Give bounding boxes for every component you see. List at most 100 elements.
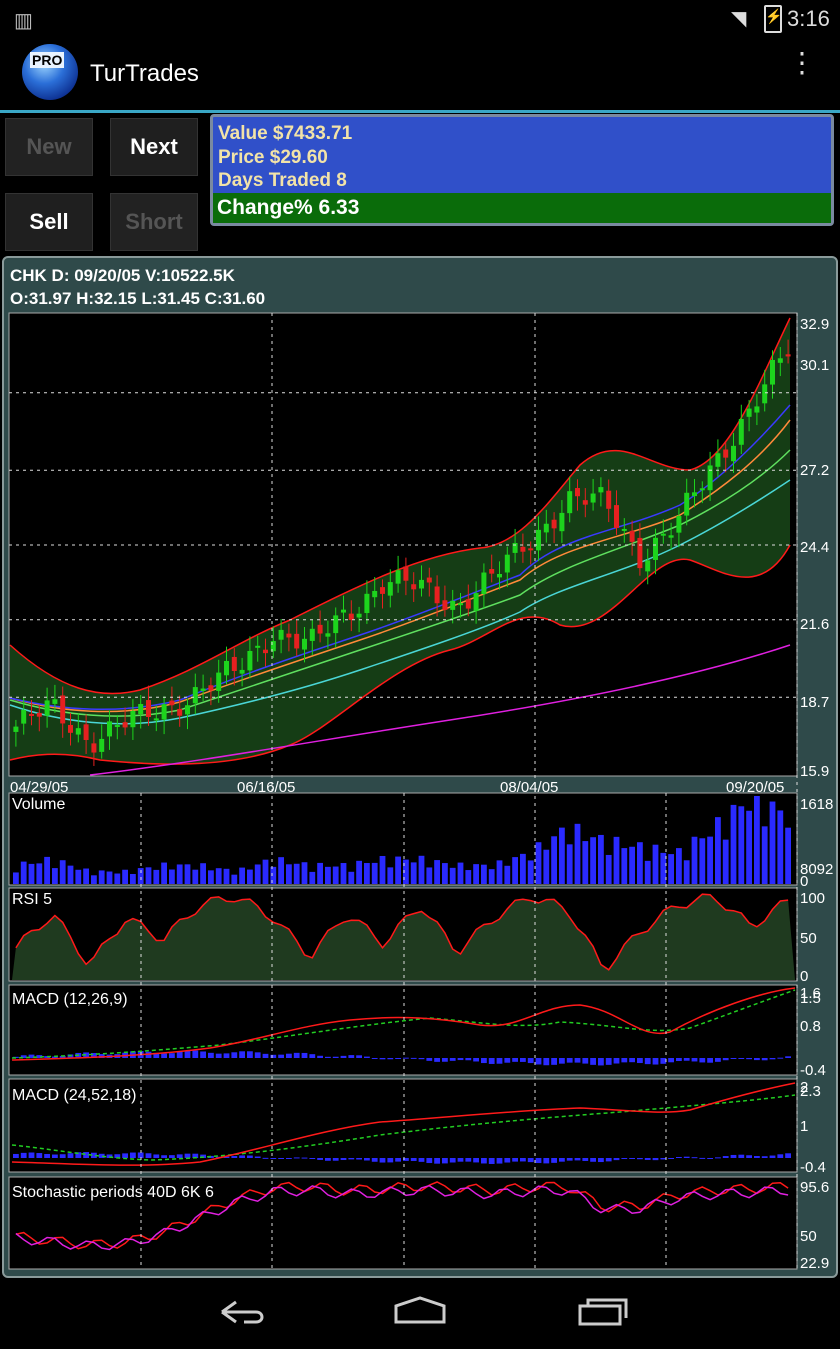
volume-bar	[637, 842, 643, 884]
price-ytick: 18.7	[800, 694, 829, 711]
price-panel	[8, 312, 798, 777]
volume-bar	[598, 834, 604, 884]
macd-histogram-bar	[746, 1155, 752, 1158]
volume-bar	[208, 870, 214, 884]
candle-body	[83, 724, 89, 740]
macd-histogram-bar	[442, 1158, 448, 1164]
macd-histogram-bar	[566, 1058, 573, 1063]
macd-histogram-bar	[426, 1058, 433, 1061]
macd-histogram-bar	[457, 1158, 464, 1162]
volume-bar	[582, 841, 589, 884]
candle-body	[543, 523, 549, 533]
volume-bar	[730, 804, 737, 884]
back-icon[interactable]	[221, 1300, 264, 1324]
volume-bar	[473, 864, 479, 884]
stoch-ytick: 22.9	[800, 1255, 829, 1272]
macd-histogram-bar	[332, 1056, 339, 1058]
macd-histogram-bar	[83, 1152, 89, 1158]
volume-bar	[566, 844, 573, 884]
macd-histogram-bar	[418, 1058, 425, 1060]
macd-histogram-bar	[676, 1156, 682, 1158]
volume-bar	[746, 810, 752, 884]
volume-bar	[457, 862, 464, 884]
macd2-ytick: -0.4	[800, 1159, 826, 1176]
candle-body	[536, 529, 541, 551]
candle-body	[629, 530, 635, 542]
macd-histogram-bar	[36, 1153, 43, 1158]
macd-histogram-bar	[769, 1155, 776, 1158]
volume-bar	[652, 844, 659, 884]
volume-bar	[481, 864, 487, 884]
candle-body	[559, 512, 565, 532]
macd1-ytick: -0.4	[800, 1062, 826, 1079]
macd-histogram-bar	[215, 1053, 222, 1058]
indicator-y-axis-labels: 1618 8092 0 100 50 0 1.6 1.5 0.8 -0.4 2 …	[800, 796, 833, 1272]
macd-histogram-bar	[403, 1057, 409, 1059]
candle-body	[208, 685, 214, 691]
macd-histogram-bar	[239, 1155, 245, 1158]
volume-ytick: 0	[800, 873, 808, 890]
candle-body	[668, 535, 674, 538]
candle-body	[746, 408, 752, 417]
macd-histogram-bar	[527, 1158, 534, 1163]
macd-histogram-bar	[605, 1058, 612, 1065]
macd-histogram-bar	[449, 1058, 456, 1061]
macd-histogram-bar	[691, 1058, 698, 1062]
candle-body	[60, 695, 66, 724]
chart-area[interactable]: 32.9 30.1 27.2 24.4 21.6 18.7 15.9 04/29…	[0, 0, 840, 1280]
home-icon[interactable]	[394, 1296, 446, 1324]
volume-bar	[59, 860, 66, 884]
macd-histogram-bar	[707, 1058, 713, 1063]
candle-body	[692, 492, 697, 497]
macd-histogram-bar	[691, 1157, 698, 1159]
macd-histogram-bar	[559, 1058, 565, 1064]
navigation-bar	[0, 1280, 840, 1344]
macd-histogram-bar	[637, 1158, 643, 1160]
macd-histogram-bar	[161, 1053, 167, 1058]
volume-bar	[153, 869, 160, 884]
volume-bar	[699, 838, 706, 884]
macd-histogram-bar	[286, 1053, 292, 1058]
macd-histogram-bar	[122, 1153, 128, 1158]
price-y-axis-labels: 32.9 30.1 27.2 24.4 21.6 18.7 15.9	[800, 316, 829, 780]
macd-histogram-bar	[535, 1158, 542, 1164]
rsi-panel	[8, 887, 798, 982]
candle-body	[75, 728, 81, 735]
macd-histogram-bar	[637, 1058, 643, 1064]
recent-apps-icon[interactable]	[578, 1298, 628, 1326]
macd-histogram-bar	[754, 1058, 760, 1061]
candle-body	[341, 609, 346, 613]
macd-histogram-bar	[761, 1058, 768, 1061]
volume-bar	[761, 826, 768, 884]
candle-body	[731, 445, 736, 462]
macd-histogram-bar	[371, 1058, 378, 1059]
macd-histogram-bar	[559, 1158, 565, 1162]
macd-histogram-bar	[473, 1158, 479, 1163]
candle-body	[130, 711, 136, 728]
volume-bar	[114, 873, 121, 884]
candle-body	[465, 599, 471, 609]
macd-histogram-bar	[520, 1058, 526, 1062]
macd-histogram-bar	[379, 1158, 386, 1163]
rsi-ytick: 100	[800, 890, 825, 907]
volume-bar	[13, 872, 19, 884]
candle-body	[114, 725, 120, 728]
volume-bar	[660, 852, 667, 884]
macd-histogram-bar	[699, 1058, 706, 1063]
macd-histogram-bar	[582, 1058, 589, 1064]
candle-body	[153, 718, 159, 721]
candle-body	[348, 613, 354, 620]
candle-body	[426, 577, 432, 583]
volume-bar	[122, 869, 128, 884]
candle-body	[715, 453, 721, 467]
macd-histogram-bar	[512, 1158, 518, 1162]
macd-histogram-bar	[28, 1152, 35, 1158]
macd-histogram-bar	[488, 1058, 495, 1064]
macd-histogram-bar	[566, 1158, 573, 1161]
candle-body	[403, 566, 409, 581]
candle-body	[255, 645, 261, 648]
macd-histogram-bar	[738, 1154, 745, 1158]
candle-body	[473, 593, 479, 611]
macd-histogram-bar	[410, 1057, 417, 1059]
macd-histogram-bar	[590, 1058, 596, 1065]
